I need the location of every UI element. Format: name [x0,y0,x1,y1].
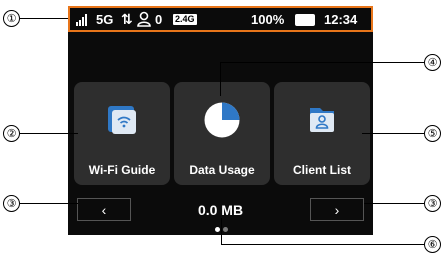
leader-line [20,18,68,19]
callout-1: ① [3,10,20,27]
signal-icon [76,14,88,26]
clock: 12:34 [324,12,358,27]
leader-line [364,203,424,204]
next-page-button[interactable]: › [310,198,364,221]
leader-line [221,244,424,245]
leader-line [220,62,221,96]
page-dot [223,227,228,232]
data-arrows-icon: ⇅ [121,11,133,27]
leader-line [20,203,78,204]
device-screen: 5G ⇅ 0 2.4G 100% 12:34 Wi-Fi Guide Data [68,6,373,235]
client-list-icon [310,108,334,132]
leader-line [20,133,78,134]
callout-3-right: ③ [424,195,441,212]
tile-label: Wi-Fi Guide [88,163,156,177]
wifi-guide-tile[interactable]: Wi-Fi Guide [74,82,170,185]
tile-label: Data Usage [189,163,255,177]
client-count: 0 [155,11,163,27]
battery-percent: 100% [251,12,285,27]
battery-icon [295,14,315,26]
page-dot-active [215,227,220,232]
data-usage-tile[interactable]: Data Usage [174,82,270,185]
callout-4: ④ [424,54,441,71]
band-badge: 2.4G [173,14,197,25]
callout-3-left: ③ [3,195,20,212]
tile-label: Client List [292,163,351,177]
chevron-right-icon: › [334,201,340,218]
status-bar: 5G ⇅ 0 2.4G 100% 12:34 [68,6,373,32]
page-indicator [215,227,231,232]
callout-2: ② [3,125,20,142]
network-type: 5G [96,12,114,27]
callout-5: ⑤ [424,125,441,142]
leader-line [362,133,424,134]
person-icon [137,11,151,27]
pie-chart-icon [204,102,240,138]
callout-6: ⑥ [424,236,441,253]
wifi-guide-icon [108,106,136,134]
leader-line [220,62,424,63]
client-list-tile[interactable]: Client List [274,82,370,185]
clients-indicator: 0 [137,11,162,27]
leader-line [221,218,222,244]
